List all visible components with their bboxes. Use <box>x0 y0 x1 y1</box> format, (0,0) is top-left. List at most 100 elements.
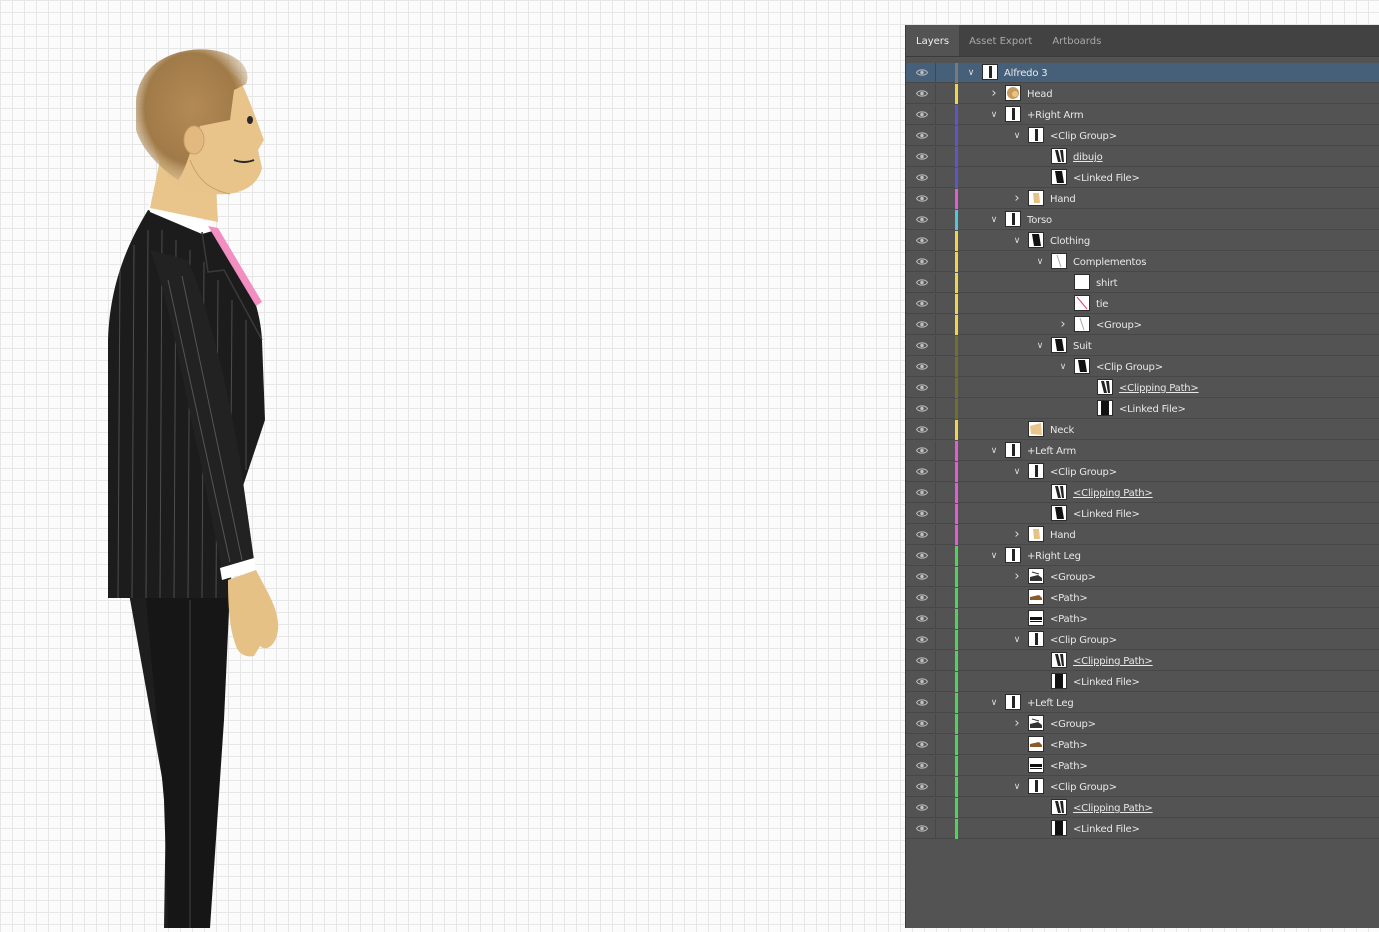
chevron-right-icon[interactable]: › <box>1011 192 1023 206</box>
layer-row[interactable]: ∨ +Left Arm <box>906 441 1379 461</box>
tab-asset-export[interactable]: Asset Export <box>959 25 1042 56</box>
layer-name[interactable]: +Left Leg <box>1027 693 1074 713</box>
layer-name[interactable]: <Clip Group> <box>1050 462 1117 482</box>
visibility-eye-icon[interactable] <box>916 635 928 644</box>
lock-column[interactable] <box>935 693 936 713</box>
visibility-eye-icon[interactable] <box>916 173 928 182</box>
lock-column[interactable] <box>935 189 936 209</box>
visibility-eye-icon[interactable] <box>916 194 928 203</box>
visibility-eye-icon[interactable] <box>916 257 928 266</box>
chevron-down-icon[interactable]: ∨ <box>1011 633 1023 647</box>
visibility-eye-icon[interactable] <box>916 425 928 434</box>
layer-row[interactable]: ∨ +Left Leg <box>906 693 1379 713</box>
layer-row[interactable]: ∨ Torso <box>906 210 1379 230</box>
chevron-down-icon[interactable]: ∨ <box>1011 234 1023 248</box>
visibility-eye-icon[interactable] <box>916 656 928 665</box>
visibility-eye-icon[interactable] <box>916 404 928 413</box>
lock-column[interactable] <box>935 504 936 524</box>
lock-column[interactable] <box>935 609 936 629</box>
lock-column[interactable] <box>935 63 936 83</box>
visibility-eye-icon[interactable] <box>916 824 928 833</box>
layer-name[interactable]: Clothing <box>1050 231 1090 251</box>
layer-row[interactable]: <Linked File> <box>906 399 1379 419</box>
lock-column[interactable] <box>935 105 936 125</box>
visibility-eye-icon[interactable] <box>916 677 928 686</box>
lock-column[interactable] <box>935 819 936 839</box>
layer-name[interactable]: shirt <box>1096 273 1118 293</box>
canvas-character-illustration[interactable] <box>90 40 290 932</box>
layer-row[interactable]: › <Group> <box>906 567 1379 587</box>
visibility-eye-icon[interactable] <box>916 89 928 98</box>
layer-row[interactable]: <Linked File> <box>906 504 1379 524</box>
visibility-eye-icon[interactable] <box>916 530 928 539</box>
lock-column[interactable] <box>935 399 936 419</box>
chevron-right-icon[interactable]: › <box>1057 318 1069 332</box>
lock-column[interactable] <box>935 567 936 587</box>
layer-name[interactable]: Suit <box>1073 336 1092 356</box>
layer-row[interactable]: shirt <box>906 273 1379 293</box>
layer-name[interactable]: <Clip Group> <box>1050 126 1117 146</box>
lock-column[interactable] <box>935 735 936 755</box>
layer-name[interactable]: <Path> <box>1050 588 1088 608</box>
lock-column[interactable] <box>935 756 936 776</box>
layer-row[interactable]: <Clipping Path> <box>906 798 1379 818</box>
layer-row[interactable]: <Linked File> <box>906 168 1379 188</box>
visibility-eye-icon[interactable] <box>916 446 928 455</box>
lock-column[interactable] <box>935 84 936 104</box>
visibility-eye-icon[interactable] <box>916 782 928 791</box>
visibility-eye-icon[interactable] <box>916 572 928 581</box>
layer-row[interactable]: <Clipping Path> <box>906 483 1379 503</box>
layer-row[interactable]: <Linked File> <box>906 672 1379 692</box>
visibility-eye-icon[interactable] <box>916 110 928 119</box>
visibility-eye-icon[interactable] <box>916 467 928 476</box>
layer-name[interactable]: <Linked File> <box>1073 819 1140 839</box>
lock-column[interactable] <box>935 651 936 671</box>
layer-name[interactable]: <Group> <box>1050 714 1096 734</box>
visibility-eye-icon[interactable] <box>916 236 928 245</box>
layer-row[interactable]: ∨ +Right Arm <box>906 105 1379 125</box>
visibility-eye-icon[interactable] <box>916 719 928 728</box>
layer-name[interactable]: <Path> <box>1050 756 1088 776</box>
visibility-eye-icon[interactable] <box>916 488 928 497</box>
layer-name[interactable]: <Linked File> <box>1073 672 1140 692</box>
lock-column[interactable] <box>935 336 936 356</box>
layer-name[interactable]: <Linked File> <box>1119 399 1186 419</box>
layer-row[interactable]: › Hand <box>906 189 1379 209</box>
chevron-down-icon[interactable]: ∨ <box>1011 129 1023 143</box>
visibility-eye-icon[interactable] <box>916 698 928 707</box>
layer-name[interactable]: Complementos <box>1073 252 1146 272</box>
chevron-down-icon[interactable]: ∨ <box>988 444 1000 458</box>
layer-row[interactable]: › <Group> <box>906 714 1379 734</box>
layer-name[interactable]: Hand <box>1050 189 1076 209</box>
lock-column[interactable] <box>935 798 936 818</box>
layer-name[interactable]: <Group> <box>1096 315 1142 335</box>
lock-column[interactable] <box>935 483 936 503</box>
visibility-eye-icon[interactable] <box>916 362 928 371</box>
chevron-right-icon[interactable]: › <box>1011 528 1023 542</box>
lock-column[interactable] <box>935 210 936 230</box>
visibility-eye-icon[interactable] <box>916 383 928 392</box>
chevron-down-icon[interactable]: ∨ <box>1011 780 1023 794</box>
visibility-eye-icon[interactable] <box>916 740 928 749</box>
layer-row[interactable]: ∨ <Clip Group> <box>906 126 1379 146</box>
lock-column[interactable] <box>935 630 936 650</box>
visibility-eye-icon[interactable] <box>916 278 928 287</box>
visibility-eye-icon[interactable] <box>916 593 928 602</box>
layer-row[interactable]: ∨ <Clip Group> <box>906 462 1379 482</box>
chevron-down-icon[interactable]: ∨ <box>988 108 1000 122</box>
layer-name[interactable]: Alfredo 3 <box>1004 63 1048 83</box>
layer-row[interactable]: ∨ Complementos <box>906 252 1379 272</box>
layer-row[interactable]: › Head <box>906 84 1379 104</box>
layer-name[interactable]: <Path> <box>1050 735 1088 755</box>
layer-name[interactable]: <Path> <box>1050 609 1088 629</box>
layer-row[interactable]: <Path> <box>906 588 1379 608</box>
visibility-eye-icon[interactable] <box>916 152 928 161</box>
visibility-eye-icon[interactable] <box>916 614 928 623</box>
layer-name[interactable]: +Right Arm <box>1027 105 1084 125</box>
chevron-down-icon[interactable]: ∨ <box>988 549 1000 563</box>
layer-row[interactable]: › <Group> <box>906 315 1379 335</box>
layer-row[interactable]: <Clipping Path> <box>906 651 1379 671</box>
layer-row[interactable]: dibujo <box>906 147 1379 167</box>
chevron-down-icon[interactable]: ∨ <box>1011 465 1023 479</box>
lock-column[interactable] <box>935 714 936 734</box>
